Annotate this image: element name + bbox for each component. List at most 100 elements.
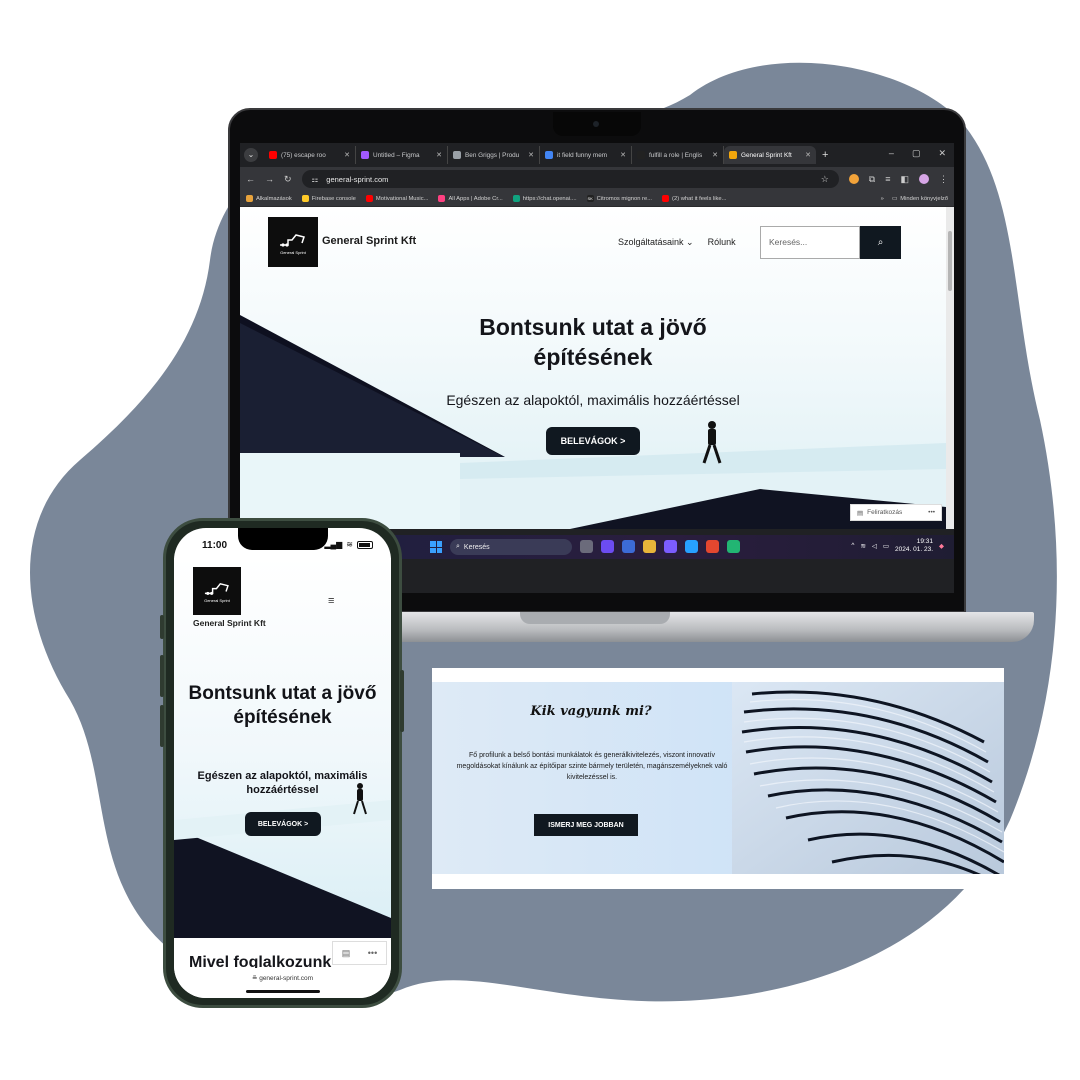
tab-close-icon[interactable]: ✕: [528, 151, 534, 159]
maximize-button[interactable]: ▢: [912, 148, 921, 159]
browser-tab[interactable]: Ben Griggs | Produ ✕: [448, 146, 540, 164]
subscribe-widget[interactable]: ▤ Feliratkozás •••: [850, 504, 942, 521]
all-bookmarks-folder[interactable]: ▭ Minden könyvjelző: [892, 196, 948, 202]
phone-screen: 11:00 ▂▄▆ ≋ General Sprint General Sprin…: [174, 528, 391, 998]
wifi-icon[interactable]: ≋: [860, 542, 865, 550]
tab-close-icon[interactable]: ✕: [436, 151, 442, 159]
phone-subscribe-widget[interactable]: ▤ •••: [332, 941, 387, 965]
site-info-icon[interactable]: ⚏: [312, 175, 319, 184]
tab-close-icon[interactable]: ✕: [712, 151, 718, 159]
nav-about[interactable]: Rólunk: [708, 237, 736, 248]
all-bookmarks-label: Minden könyvjelző: [900, 195, 948, 202]
bookmark-favicon-icon: [301, 195, 309, 202]
bookmark-label: Alkalmazások: [256, 195, 292, 202]
reload-icon[interactable]: ↻: [284, 174, 292, 185]
side-panel-icon[interactable]: ◧: [900, 174, 909, 185]
hero-title-line-1: Bontsunk utat a jövő: [479, 314, 707, 340]
page-scrollbar[interactable]: [946, 207, 954, 529]
reading-list-icon[interactable]: ≡: [885, 174, 890, 184]
bookmark-item[interactable]: Firebase console: [301, 195, 356, 202]
taskbar-app-icon[interactable]: [727, 540, 740, 553]
address-bar[interactable]: ⚏ general-sprint.com ☆: [301, 170, 839, 188]
browser-tab[interactable]: it field funny mem ✕: [540, 146, 632, 164]
minimize-button[interactable]: –: [889, 148, 894, 159]
tab-label: Ben Griggs | Produ: [465, 151, 520, 159]
phone-url-bar[interactable]: ≞ general-sprint.com: [174, 968, 391, 998]
taskbar-app-icon[interactable]: [685, 540, 698, 553]
new-tab-button[interactable]: +: [822, 149, 828, 161]
bookmark-item[interactable]: (2) what it feels like...: [662, 195, 727, 202]
hamburger-menu-icon[interactable]: ≡: [328, 595, 334, 607]
learn-more-button[interactable]: ISMERJ MEG JOBBAN: [534, 814, 638, 836]
site-logo[interactable]: General Sprint: [268, 217, 318, 267]
browser-tab[interactable]: Untitled – Figma ✕: [356, 146, 448, 164]
taskbar-app-icon[interactable]: [580, 540, 593, 553]
bookmark-item[interactable]: https://chat.openai....: [512, 195, 577, 202]
hero-cta-button[interactable]: BELEVÁGOK >: [546, 427, 640, 455]
extension-icon[interactable]: [848, 174, 859, 184]
bookmark-label: Motivational Music...: [375, 195, 429, 202]
phone-brand-name[interactable]: General Sprint Kft: [193, 618, 273, 629]
subscribe-more-icon[interactable]: •••: [368, 948, 377, 958]
browser-tab[interactable]: General Sprint Kft ✕: [724, 146, 816, 164]
bookmark-favicon-icon: [662, 195, 670, 202]
browser-menu-icon[interactable]: ⋮: [939, 174, 948, 185]
logo-text: General Sprint: [280, 249, 306, 255]
bookmark-item[interactable]: Motivational Music...: [365, 195, 429, 202]
nav-services[interactable]: Szolgáltatásaink ⌄: [618, 237, 694, 248]
tab-close-icon[interactable]: ✕: [344, 151, 350, 159]
taskbar-app-icon[interactable]: [664, 540, 677, 553]
tray-overflow-icon[interactable]: ^: [851, 542, 854, 549]
hero-subtitle: Egészen az alapoktól, maximális hozzáért…: [446, 392, 740, 408]
tab-favicon-icon: [637, 151, 645, 159]
bookmarks-more-icon[interactable]: »: [881, 196, 884, 202]
tab-favicon-icon: [269, 151, 277, 159]
bookmark-label: Citromos mignon re...: [596, 195, 653, 202]
tab-favicon-icon: [545, 151, 553, 159]
taskbar-search[interactable]: ⌕ Keresés: [450, 539, 572, 555]
site-search-input[interactable]: Keresés...: [760, 226, 860, 259]
subscribe-more-icon[interactable]: •••: [928, 509, 935, 516]
tab-search-icon[interactable]: ⌄: [244, 148, 258, 162]
phone-volume-up: [160, 655, 164, 697]
folder-icon: ▭: [891, 195, 898, 202]
phone-site-logo[interactable]: General Sprint: [193, 567, 241, 615]
system-tray: ^ ≋ ◁ ▭ 19:31 2024. 01. 23. ◆: [851, 538, 944, 554]
taskbar-app-icon[interactable]: [601, 540, 614, 553]
about-description: Fő profilunk a belső bontási munkálatok …: [456, 752, 728, 782]
taskbar-app-icon[interactable]: [622, 540, 635, 553]
taskbar-clock[interactable]: 19:31 2024. 01. 23.: [895, 538, 933, 554]
bookmark-item[interactable]: Alkalmazások: [246, 195, 292, 202]
back-icon[interactable]: ←: [246, 174, 255, 184]
phone-mute-switch: [160, 615, 164, 639]
site-brand-name[interactable]: General Sprint Kft: [322, 235, 416, 247]
profile-avatar[interactable]: [919, 174, 929, 184]
notification-bell-icon[interactable]: ◆: [939, 542, 944, 550]
site-search-button[interactable]: ⌕: [860, 226, 901, 259]
subscribe-label: Feliratkozás: [867, 509, 903, 516]
battery-icon[interactable]: ▭: [883, 542, 889, 550]
phone-hero-cta-button[interactable]: BELEVÁGOK >: [245, 812, 321, 836]
tab-label: fulfill a role | Englis: [649, 151, 703, 159]
volume-icon[interactable]: ◁: [872, 542, 877, 550]
taskbar-app-icon[interactable]: [706, 540, 719, 553]
bookmark-item[interactable]: SK Citromos mignon re...: [586, 195, 653, 202]
browser-toolbar: ← → ↻ ⚏ general-sprint.com ☆ ⧉ ≡ ◧ ⋮: [240, 167, 954, 191]
bookmark-star-icon[interactable]: ☆: [821, 174, 829, 185]
bookmark-favicon-icon: [512, 195, 520, 202]
close-window-button[interactable]: ✕: [938, 148, 946, 159]
taskbar-app-icon[interactable]: [643, 540, 656, 553]
bookmark-item[interactable]: All Apps | Adobe Cr...: [438, 195, 503, 202]
forward-icon[interactable]: →: [265, 174, 274, 184]
browser-tab[interactable]: (75) escape roo ✕: [264, 146, 356, 164]
tab-close-icon[interactable]: ✕: [805, 151, 811, 159]
extensions-puzzle-icon[interactable]: ⧉: [869, 174, 875, 185]
browser-tab[interactable]: fulfill a role | Englis ✕: [632, 146, 724, 164]
taskbar-apps: [580, 540, 740, 553]
laptop-camera: [553, 112, 641, 136]
subscribe-icon: ▤: [857, 509, 864, 517]
windows-start-icon[interactable]: [430, 541, 442, 553]
tab-favicon-icon: [361, 151, 369, 159]
tab-close-icon[interactable]: ✕: [620, 151, 626, 159]
home-indicator[interactable]: [246, 990, 320, 993]
